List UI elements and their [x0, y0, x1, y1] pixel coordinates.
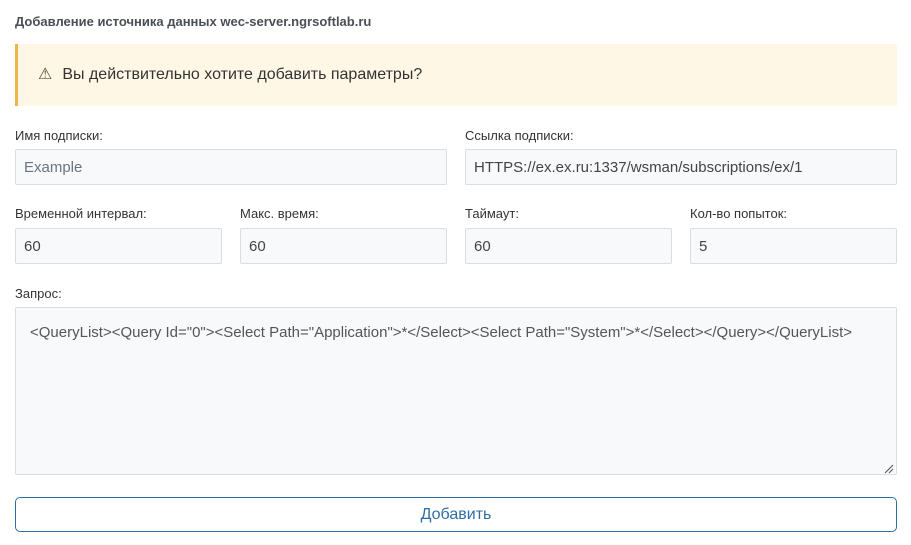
subscription-name-label: Имя подписки:	[15, 128, 103, 143]
warning-icon: ⚠	[38, 66, 53, 83]
retry-count-label: Кол-во попыток:	[690, 206, 788, 221]
add-button[interactable]: Добавить	[15, 497, 897, 532]
max-time-input[interactable]	[240, 228, 447, 264]
alert-text: Вы действительно хотите добавить парамет…	[62, 66, 423, 83]
warning-alert: ⚠ Вы действительно хотите добавить парам…	[15, 44, 897, 106]
retry-count-input[interactable]	[690, 228, 897, 264]
timeout-input[interactable]	[465, 228, 672, 264]
max-time-label: Макс. время:	[240, 206, 319, 221]
resize-handle-icon[interactable]	[882, 462, 894, 474]
query-label: Запрос:	[15, 286, 62, 301]
time-interval-label: Временной интервал:	[15, 206, 147, 221]
subscription-name-input[interactable]	[15, 149, 447, 185]
subscription-link-input[interactable]	[465, 149, 897, 185]
query-textarea[interactable]: <QueryList><Query Id="0"><Select Path="A…	[15, 307, 897, 475]
time-interval-input[interactable]	[15, 228, 222, 264]
page-title: Добавление источника данных wec-server.n…	[15, 14, 372, 29]
subscription-link-label: Ссылка подписки:	[465, 128, 574, 143]
timeout-label: Таймаут:	[465, 206, 519, 221]
